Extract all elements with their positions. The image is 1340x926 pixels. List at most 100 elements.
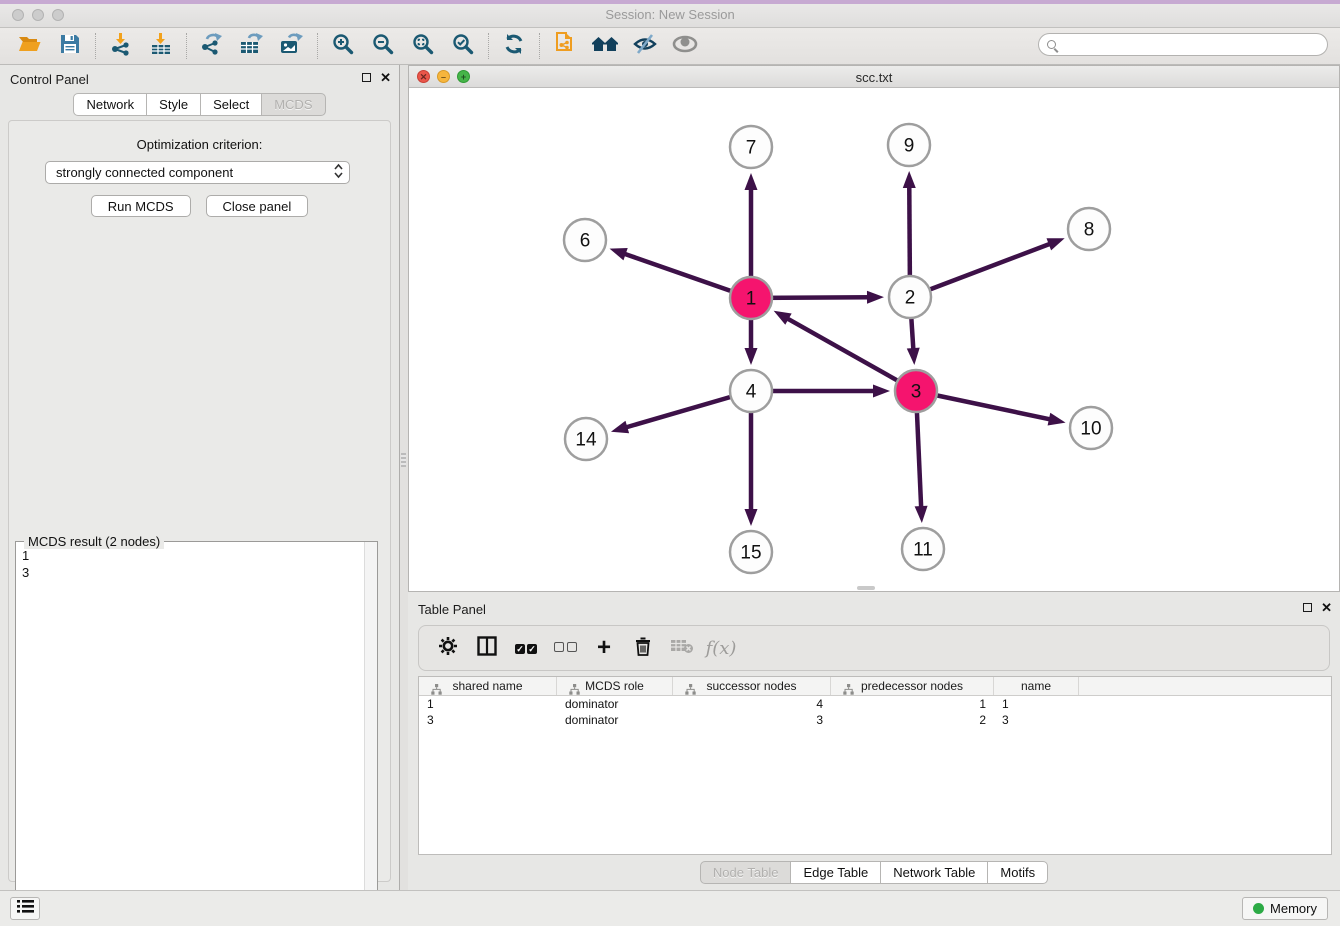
network-window-titlebar[interactable]: ✕ – + scc.txt: [409, 66, 1339, 88]
tab-edge-table[interactable]: Edge Table: [790, 861, 881, 884]
show-graphics-details-button[interactable]: [665, 31, 705, 61]
graph-node-4[interactable]: 4: [730, 370, 772, 412]
node-label: 1: [746, 289, 757, 310]
graph-node-9[interactable]: 9: [888, 124, 930, 166]
select-value: strongly connected component: [56, 165, 233, 180]
add-column-button[interactable]: +: [591, 635, 617, 661]
export-table-icon: [239, 32, 265, 61]
network-scrollbar-thumb[interactable]: [857, 586, 875, 590]
table-settings-button[interactable]: [435, 635, 461, 661]
save-session-button[interactable]: [50, 31, 90, 61]
tab-network[interactable]: Network: [73, 93, 147, 116]
graph-node-6[interactable]: 6: [564, 219, 606, 261]
mcds-panel: Optimization criterion: strongly connect…: [8, 120, 391, 882]
eye-slash-icon: [632, 32, 658, 61]
table-row[interactable]: 3dominator323: [419, 712, 1331, 728]
close-panel-icon[interactable]: ✕: [1321, 602, 1332, 613]
apply-layout-button[interactable]: [494, 31, 534, 61]
open-session-button[interactable]: [10, 31, 50, 61]
cell-MCDS-role[interactable]: dominator: [557, 712, 673, 728]
splitter-grip[interactable]: [401, 453, 406, 467]
float-panel-icon[interactable]: [1303, 603, 1312, 612]
delete-table-button[interactable]: [669, 635, 695, 661]
column-header-shared-name[interactable]: shared name: [419, 677, 557, 695]
cell-successor-nodes[interactable]: 3: [673, 712, 831, 728]
zoom-in-icon: [331, 32, 355, 61]
zoom-in-button[interactable]: [323, 31, 363, 61]
status-bar: Memory: [0, 890, 1340, 926]
network-overview-button[interactable]: [545, 31, 585, 61]
delete-column-button[interactable]: [630, 635, 656, 661]
column-header-successor-nodes[interactable]: successor nodes: [673, 677, 831, 695]
cell-predecessor-nodes[interactable]: 2: [831, 712, 994, 728]
toolbar-search[interactable]: [1038, 33, 1328, 56]
run-mcds-button[interactable]: Run MCDS: [91, 195, 191, 217]
cell-shared-name[interactable]: 1: [419, 696, 557, 712]
mcds-result-scrollbar[interactable]: [364, 542, 377, 922]
cell-name[interactable]: 1: [994, 696, 1079, 712]
cell-name[interactable]: 3: [994, 712, 1079, 728]
optimization-criterion-label: Optimization criterion:: [9, 137, 390, 152]
zoom-selected-button[interactable]: [443, 31, 483, 61]
zoom-selected-icon: [451, 32, 475, 61]
zoom-fit-button[interactable]: [403, 31, 443, 61]
tab-network-table[interactable]: Network Table: [880, 861, 988, 884]
graph-node-15[interactable]: 15: [730, 531, 772, 573]
tab-motifs[interactable]: Motifs: [987, 861, 1048, 884]
table-row[interactable]: 1dominator411: [419, 696, 1331, 712]
graph-node-2[interactable]: 2: [889, 276, 931, 318]
graph-node-8[interactable]: 8: [1068, 208, 1110, 250]
import-network-button[interactable]: [101, 31, 141, 61]
graph-node-14[interactable]: 14: [565, 418, 607, 460]
edge-arrowhead-2-8: [1046, 238, 1064, 250]
graph-node-11[interactable]: 11: [902, 528, 944, 570]
window-title: Session: New Session: [0, 7, 1340, 22]
node-table[interactable]: shared nameMCDS rolesuccessor nodesprede…: [418, 676, 1332, 855]
export-table-button[interactable]: [232, 31, 272, 61]
close-panel-icon[interactable]: ✕: [380, 72, 391, 83]
hide-graphics-details-button[interactable]: [625, 31, 665, 61]
home-button[interactable]: [585, 31, 625, 61]
tab-node-table[interactable]: Node Table: [700, 861, 792, 884]
column-layout-button[interactable]: [474, 635, 500, 661]
table-toolbar: ✓✓ + f(x): [418, 625, 1330, 671]
graph-node-3[interactable]: 3: [895, 370, 937, 412]
tab-mcds[interactable]: MCDS: [261, 93, 325, 116]
export-network-button[interactable]: [192, 31, 232, 61]
edge-2-8[interactable]: [910, 243, 1053, 297]
select-all-button[interactable]: ✓✓: [513, 635, 539, 661]
deselect-all-button[interactable]: [552, 635, 578, 661]
mcds-result-list[interactable]: 1 3: [16, 545, 363, 922]
function-builder-button[interactable]: f(x): [708, 635, 734, 661]
search-input[interactable]: [1061, 36, 1327, 54]
import-table-button[interactable]: [141, 31, 181, 61]
vertical-splitter[interactable]: [400, 65, 408, 890]
graph-node-7[interactable]: 7: [730, 126, 772, 168]
edge-3-1[interactable]: [785, 317, 916, 391]
table-header-row: shared nameMCDS rolesuccessor nodesprede…: [419, 677, 1331, 696]
optimization-criterion-select[interactable]: strongly connected component: [45, 161, 350, 184]
memory-button[interactable]: Memory: [1242, 897, 1328, 920]
export-image-button[interactable]: [272, 31, 312, 61]
column-header-predecessor-nodes[interactable]: predecessor nodes: [831, 677, 994, 695]
column-header-MCDS-role[interactable]: MCDS role: [557, 677, 673, 695]
cell-predecessor-nodes[interactable]: 1: [831, 696, 994, 712]
cell-shared-name[interactable]: 3: [419, 712, 557, 728]
column-header-name[interactable]: name: [994, 677, 1079, 695]
control-panel-title: Control Panel: [10, 72, 89, 87]
cell-successor-nodes[interactable]: 4: [673, 696, 831, 712]
graph-node-10[interactable]: 10: [1070, 407, 1112, 449]
cell-MCDS-role[interactable]: dominator: [557, 696, 673, 712]
network-canvas[interactable]: 7 9 6 8 1 2 4 3 14 10 15 11: [409, 88, 1339, 591]
node-label: 11: [913, 540, 933, 561]
task-history-button[interactable]: [10, 897, 40, 920]
tab-select[interactable]: Select: [200, 93, 262, 116]
edge-arrowhead-3-10: [1048, 413, 1066, 426]
graph-node-1[interactable]: 1: [730, 277, 772, 319]
delete-table-icon: [670, 637, 694, 660]
zoom-out-button[interactable]: [363, 31, 403, 61]
float-panel-icon[interactable]: [362, 73, 371, 82]
close-panel-button[interactable]: Close panel: [206, 195, 309, 217]
edge-arrowhead-4-14: [611, 421, 629, 433]
tab-style[interactable]: Style: [146, 93, 201, 116]
